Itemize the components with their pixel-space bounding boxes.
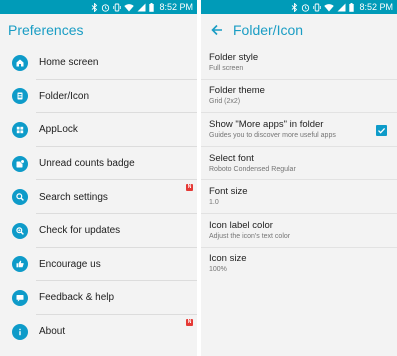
chat-icon xyxy=(12,289,28,306)
setting-select-font[interactable]: Select font Roboto Condensed Regular xyxy=(201,147,397,181)
pref-item-label: Feedback & help xyxy=(39,292,115,304)
status-bar: 8:52 PM xyxy=(0,0,197,14)
vibrate-icon xyxy=(113,3,122,12)
status-time: 8:52 PM xyxy=(159,2,193,12)
folder-icon xyxy=(12,88,28,105)
signal-icon xyxy=(137,3,146,12)
setting-subtitle: Full screen xyxy=(209,64,244,72)
preferences-list: Home screen Folder/Icon AppLock Unread c… xyxy=(0,46,197,348)
setting-title: Show "More apps" in folder xyxy=(209,118,324,130)
bluetooth-icon xyxy=(291,2,298,12)
update-icon xyxy=(12,222,28,239)
setting-subtitle: Grid (2x2) xyxy=(209,98,241,106)
setting-show-more-apps[interactable]: Show "More apps" in folder Guides you to… xyxy=(201,113,397,147)
info-icon xyxy=(12,323,28,340)
pref-item-encourage-us[interactable]: Encourage us xyxy=(0,248,197,282)
wifi-icon xyxy=(124,3,135,12)
pref-item-search-settings[interactable]: Search settings N xyxy=(0,180,197,214)
bluetooth-icon xyxy=(91,2,98,12)
folder-settings-list: Folder style Full screen Folder theme Gr… xyxy=(201,46,397,281)
alarm-icon xyxy=(101,3,110,12)
new-badge: N xyxy=(186,184,193,192)
thumbs-up-icon xyxy=(12,256,28,273)
setting-subtitle: Roboto Condensed Regular xyxy=(209,165,296,173)
battery-icon xyxy=(149,2,155,12)
signal-icon xyxy=(337,3,346,12)
setting-subtitle: Guides you to discover more useful apps xyxy=(209,131,336,139)
preferences-screen: 8:52 PM Preferences Home screen Folder/I… xyxy=(0,0,197,356)
battery-icon xyxy=(349,2,355,12)
new-badge: N xyxy=(186,318,193,326)
pref-item-home-screen[interactable]: Home screen xyxy=(0,46,197,80)
pref-item-label: Check for updates xyxy=(39,225,121,237)
page-title: Folder/Icon xyxy=(233,22,304,38)
status-time: 8:52 PM xyxy=(359,2,393,12)
pref-item-label: Search settings xyxy=(39,191,108,203)
status-bar: 8:52 PM xyxy=(201,0,397,14)
setting-subtitle: Adjust the icon's text color xyxy=(209,232,291,240)
pref-item-applock[interactable]: AppLock xyxy=(0,113,197,147)
setting-title: Font size xyxy=(209,186,248,198)
setting-title: Folder theme xyxy=(209,85,265,97)
folder-icon-header: Folder/Icon xyxy=(201,14,397,46)
search-icon xyxy=(12,189,28,206)
setting-icon-label-color[interactable]: Icon label color Adjust the icon's text … xyxy=(201,214,397,248)
home-icon xyxy=(12,54,28,71)
setting-title: Select font xyxy=(209,152,254,164)
pref-item-label: About xyxy=(39,326,66,338)
show-more-apps-checkbox[interactable] xyxy=(376,125,387,137)
setting-subtitle: 100% xyxy=(209,266,227,274)
pref-item-label: Folder/Icon xyxy=(39,90,90,102)
page-title: Preferences xyxy=(8,22,84,38)
setting-folder-style[interactable]: Folder style Full screen xyxy=(201,46,397,80)
folder-icon-screen: 8:52 PM Folder/Icon Folder style Full sc… xyxy=(201,0,397,356)
vibrate-icon xyxy=(313,3,322,12)
setting-folder-theme[interactable]: Folder theme Grid (2x2) xyxy=(201,80,397,114)
pref-item-label: AppLock xyxy=(39,124,78,136)
badge-icon xyxy=(12,155,28,172)
alarm-icon xyxy=(301,3,310,12)
pref-item-check-for-updates[interactable]: Check for updates xyxy=(0,214,197,248)
pref-item-label: Home screen xyxy=(39,57,99,69)
pref-item-feedback-help[interactable]: Feedback & help xyxy=(0,281,197,315)
setting-title: Icon label color xyxy=(209,219,273,231)
grid-icon xyxy=(12,121,28,138)
setting-subtitle: 1.0 xyxy=(209,199,219,207)
pref-item-about[interactable]: About N xyxy=(0,315,197,349)
setting-title: Icon size xyxy=(209,253,247,265)
back-arrow-icon[interactable] xyxy=(209,22,225,38)
checkmark-icon xyxy=(378,128,386,134)
pref-item-folder-icon[interactable]: Folder/Icon xyxy=(0,80,197,114)
preferences-header: Preferences xyxy=(0,14,197,46)
pref-item-label: Unread counts badge xyxy=(39,158,135,170)
setting-icon-size[interactable]: Icon size 100% xyxy=(201,248,397,282)
pref-item-label: Encourage us xyxy=(39,258,101,270)
wifi-icon xyxy=(324,3,335,12)
setting-title: Folder style xyxy=(209,51,259,63)
pref-item-unread-counts-badge[interactable]: Unread counts badge xyxy=(0,147,197,181)
setting-font-size[interactable]: Font size 1.0 xyxy=(201,180,397,214)
